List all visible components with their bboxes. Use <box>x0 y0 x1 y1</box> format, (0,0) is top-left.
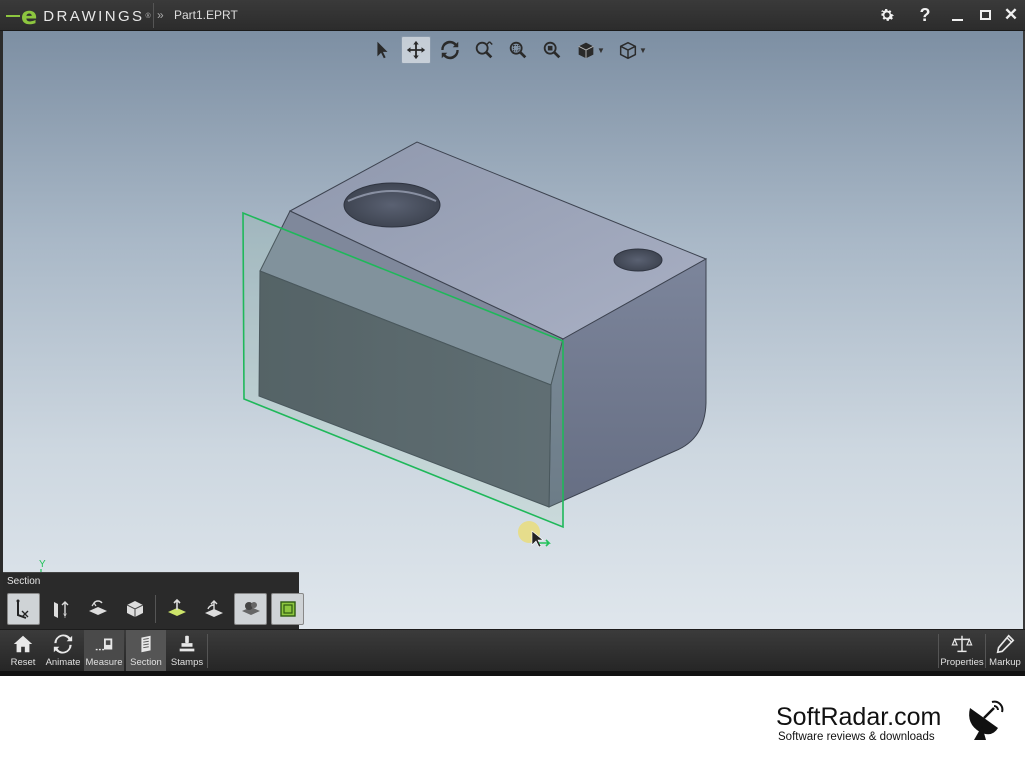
measure-label: Measure <box>85 657 123 668</box>
zoom-area-icon <box>509 41 527 59</box>
home-icon <box>13 635 33 653</box>
reset-label: Reset <box>10 657 36 668</box>
section-button[interactable]: Section <box>126 630 166 672</box>
markup-button[interactable]: Markup <box>987 630 1023 672</box>
flip-section-button[interactable] <box>197 593 230 625</box>
zoom-tool-button[interactable] <box>467 35 501 65</box>
flip-plane-button[interactable] <box>160 593 193 625</box>
section-panel: Section Y <box>3 572 304 629</box>
help-button[interactable]: ? <box>913 2 937 28</box>
pan-tool-button[interactable] <box>401 36 431 64</box>
show-cap-button[interactable] <box>234 593 267 625</box>
stamps-button[interactable]: Stamps <box>168 630 206 672</box>
plane-z-icon <box>88 600 107 615</box>
edrawings-window: e DRAWINGS ® » Part1.EPRT ? ✕ Y ▼ ▼ Sect… <box>0 0 1025 676</box>
watermark-tagline: Software reviews & downloads <box>778 731 935 743</box>
section-tools: Y <box>7 592 308 626</box>
breadcrumb-arrow-icon[interactable]: » <box>157 8 164 22</box>
properties-label: Properties <box>940 657 984 668</box>
display-style-icon <box>578 42 594 59</box>
pan-icon <box>406 40 426 60</box>
bottom-toolbar-divider-right <box>938 634 939 668</box>
model-large-hole <box>343 182 441 228</box>
zoom-icon <box>475 41 493 59</box>
section-icon <box>141 635 151 653</box>
softradar-watermark: SoftRadar.com Software reviews & downloa… <box>776 700 1016 750</box>
watermark-title: SoftRadar.com <box>776 703 942 731</box>
section-plane-z-button[interactable] <box>81 593 114 625</box>
zoom-fit-icon <box>543 41 561 59</box>
rotate-tool-button[interactable] <box>433 35 467 65</box>
animate-button[interactable]: Animate <box>44 630 82 672</box>
rotate-icon <box>441 40 459 60</box>
gear-icon <box>881 9 895 21</box>
section-plane-x-button[interactable] <box>7 593 40 625</box>
minimize-icon <box>951 19 963 21</box>
flip-plane-icon <box>167 598 186 616</box>
minimize-button[interactable] <box>946 2 968 28</box>
arrow-pointer-icon <box>377 41 388 59</box>
bottom-toolbar: Reset Animate Measure Section Stamps Pro… <box>0 629 1025 672</box>
maximize-icon <box>979 10 991 20</box>
display-style-dropdown-icon[interactable]: ▼ <box>597 46 607 55</box>
triad-axis-label: Y <box>39 559 46 570</box>
section-plane-y-button[interactable]: Y <box>44 593 77 625</box>
section-panel-title: Section <box>7 576 41 587</box>
model-small-hole <box>613 248 663 272</box>
logo-word: DRAWINGS <box>43 7 145 25</box>
measure-button[interactable]: Measure <box>84 630 124 672</box>
plane-x-icon <box>16 599 28 619</box>
part-model[interactable]: Y <box>3 31 1025 629</box>
view-orientation-dropdown-icon[interactable]: ▼ <box>639 46 649 55</box>
bottom-toolbar-divider <box>207 634 208 668</box>
maximize-button[interactable] <box>974 2 996 28</box>
title-bar: e DRAWINGS ® » Part1.EPRT ? ✕ <box>0 0 1025 31</box>
properties-button[interactable]: Properties <box>940 630 984 672</box>
stamps-label: Stamps <box>170 657 204 668</box>
cube-icon <box>619 41 637 60</box>
title-divider <box>153 3 154 28</box>
markup-label: Markup <box>989 657 1021 668</box>
window-bottom-edge <box>0 671 1025 676</box>
section-box-icon <box>126 601 143 617</box>
animate-label: Animate <box>45 657 81 668</box>
show-plane-button[interactable] <box>271 593 304 625</box>
section-cap-icon <box>241 602 260 615</box>
svg-text:Y: Y <box>63 614 67 620</box>
animate-icon <box>53 634 73 654</box>
section-box-button[interactable] <box>118 593 151 625</box>
view-toolbar: ▼ ▼ <box>365 35 653 65</box>
logo-trademark: ® <box>145 12 151 20</box>
pencil-icon <box>996 634 1015 654</box>
close-button[interactable]: ✕ <box>1000 2 1022 28</box>
section-label: Section <box>130 657 162 668</box>
settings-button[interactable] <box>874 2 900 28</box>
measure-icon <box>95 638 113 651</box>
section-tools-divider <box>155 595 156 623</box>
3d-viewport[interactable]: Y ▼ ▼ <box>3 31 1025 629</box>
bottom-toolbar-divider-right-2 <box>985 634 986 668</box>
section-plane-icon <box>279 601 296 617</box>
zoom-to-area-button[interactable] <box>501 35 535 65</box>
satellite-dish-icon <box>969 700 1004 740</box>
logo-letter: e <box>21 2 38 30</box>
scale-icon <box>951 635 973 653</box>
document-title: Part1.EPRT <box>174 8 238 22</box>
edrawings-logo: e DRAWINGS ® <box>6 3 151 29</box>
stamp-icon <box>179 635 195 652</box>
flip-section-icon <box>204 600 223 617</box>
reset-button[interactable]: Reset <box>6 630 40 672</box>
logo-line <box>6 15 20 17</box>
plane-y-icon: Y <box>53 601 68 620</box>
zoom-to-fit-button[interactable] <box>535 35 569 65</box>
select-tool-button[interactable] <box>365 35 399 65</box>
